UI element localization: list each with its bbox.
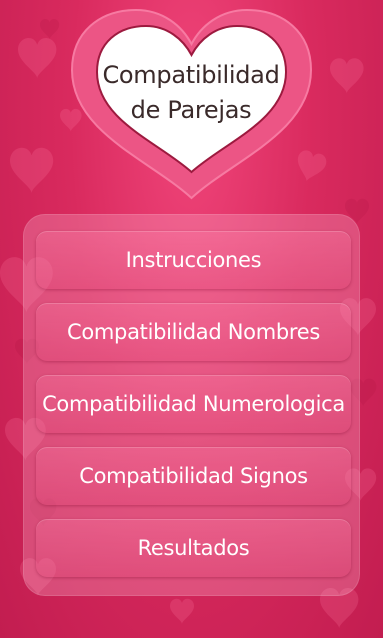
compatibilidad-numerologica-button[interactable]: Compatibilidad Numerologica (36, 375, 351, 433)
resultados-button[interactable]: Resultados (36, 519, 351, 577)
app-title-line-2: de Parejas (130, 96, 252, 124)
main-menu: Instrucciones Compatibilidad Nombres Com… (23, 214, 360, 596)
compatibilidad-signos-button[interactable]: Compatibilidad Signos (36, 447, 351, 505)
app-header: Compatibilidad de Parejas (0, 0, 383, 205)
instrucciones-button[interactable]: Instrucciones (36, 231, 351, 289)
app-title-line-1: Compatibilidad (102, 61, 280, 89)
app-title: Compatibilidad de Parejas (96, 58, 286, 128)
compatibilidad-nombres-button[interactable]: Compatibilidad Nombres (36, 303, 351, 361)
